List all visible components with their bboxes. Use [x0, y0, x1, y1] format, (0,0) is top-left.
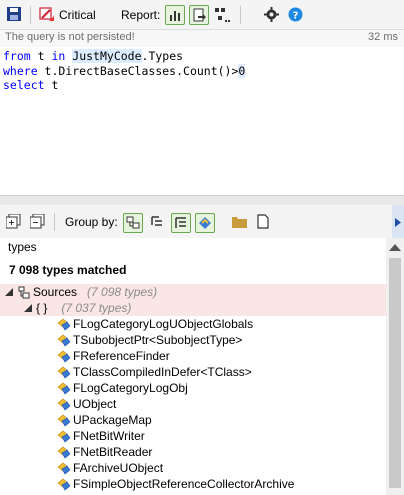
- help-icon[interactable]: ?: [288, 7, 303, 22]
- type-name: FLogCategoryLogUObjectGlobals: [73, 317, 254, 331]
- group-by-namespace-button[interactable]: [123, 213, 143, 233]
- report-chart-button[interactable]: [165, 5, 185, 25]
- query-elapsed-time: 32 ms: [368, 31, 398, 43]
- class-type-icon: [57, 334, 71, 347]
- report-export-icon: [190, 8, 208, 27]
- settings-gear-icon[interactable]: [264, 7, 279, 22]
- critical-rule-icon[interactable]: [39, 7, 55, 22]
- expand-all-icon[interactable]: [6, 214, 21, 229]
- group-by-type-button[interactable]: [195, 213, 215, 233]
- report-export-button[interactable]: [189, 5, 209, 25]
- tree-type-row[interactable]: UObject: [57, 396, 116, 412]
- expand-triangle-icon[interactable]: [24, 301, 32, 315]
- type-name: FNetBitWriter: [73, 429, 145, 443]
- tree-type-row[interactable]: TClassCompiledInDefer<TClass>: [57, 364, 252, 380]
- scroll-up-arrow-icon[interactable]: [389, 244, 401, 251]
- results-search-input[interactable]: types: [4, 238, 388, 256]
- query-status-message: The query is not persisted!: [5, 31, 135, 43]
- code-token: 0: [238, 63, 246, 78]
- tree-type-row[interactable]: FLogCategoryLogObj: [57, 380, 188, 396]
- toolbar-separator: [240, 6, 241, 24]
- type-name: FNetBitReader: [73, 445, 153, 459]
- code-line: from t in JustMyCode.Types: [3, 49, 183, 63]
- code-keyword: where: [3, 63, 38, 78]
- type-name: FArchiveUObject: [73, 461, 164, 475]
- query-editor[interactable]: from t in JustMyCode.Types where t.Direct…: [0, 47, 404, 195]
- type-name: UObject: [73, 397, 117, 411]
- type-group-icon: [196, 217, 214, 235]
- toolbar-overflow-button[interactable]: [392, 205, 404, 238]
- toolbar-separator: [30, 6, 31, 24]
- code-token: t: [30, 49, 52, 63]
- tree-namespace-row[interactable]: { } (7 037 types): [24, 300, 131, 316]
- save-icon[interactable]: [7, 7, 21, 21]
- folder-icon[interactable]: [232, 215, 247, 228]
- code-token: t: [44, 78, 59, 92]
- code-keyword: in: [51, 49, 66, 63]
- type-name: TSubobjectPtr<SubobjectType>: [73, 333, 243, 347]
- code-token: t.DirectBaseClasses.Count()>: [37, 63, 239, 78]
- file-icon[interactable]: [257, 214, 269, 229]
- code-line: where t.DirectBaseClasses.Count()>0: [3, 63, 246, 78]
- tree-root-count: (7 098 types): [87, 285, 158, 299]
- collapse-all-icon[interactable]: [30, 214, 45, 229]
- report-graph-icon[interactable]: [214, 6, 230, 24]
- results-toolbar: Group by:: [0, 205, 404, 238]
- query-status-bar: The query is not persisted! 32 ms: [0, 30, 404, 47]
- type-name: UPackageMap: [73, 413, 152, 427]
- flat-list-icon: [172, 217, 190, 235]
- class-type-icon: [57, 430, 71, 443]
- code-token: .Types: [141, 49, 184, 63]
- tree-type-row[interactable]: FNetBitReader: [57, 444, 152, 460]
- vertical-scrollbar[interactable]: [386, 238, 404, 495]
- results-count: 7 098 types matched: [9, 263, 127, 277]
- type-name: TClassCompiledInDefer<TClass>: [73, 365, 252, 379]
- class-type-icon: [57, 414, 71, 427]
- tree-type-row[interactable]: UPackageMap: [57, 412, 152, 428]
- class-type-icon: [57, 382, 71, 395]
- report-label: Report:: [121, 8, 161, 22]
- code-token: JustMyCode: [72, 49, 142, 63]
- svg-text:?: ?: [293, 11, 299, 22]
- expand-triangle-icon[interactable]: [5, 285, 13, 299]
- class-type-icon: [57, 350, 71, 363]
- type-name: FSimpleObjectReferenceCollectorArchive: [73, 477, 295, 491]
- scrollbar-thumb[interactable]: [389, 258, 401, 488]
- tree-type-row[interactable]: TSubobjectPtr<SubobjectType>: [57, 332, 242, 348]
- code-keyword: from: [3, 49, 31, 63]
- code-line: select t: [3, 78, 58, 92]
- group-by-label: Group by:: [65, 215, 118, 229]
- tree-type-row[interactable]: FLogCategoryLogUObjectGlobals: [57, 316, 253, 332]
- tree-type-row[interactable]: FReferenceFinder: [57, 348, 170, 364]
- class-type-icon: [57, 462, 71, 475]
- flat-list-button[interactable]: [171, 213, 191, 233]
- chevron-right-icon: [395, 217, 401, 230]
- sources-icon: [17, 286, 30, 299]
- report-chart-icon: [166, 11, 184, 27]
- class-type-icon: [57, 398, 71, 411]
- tree-root-row[interactable]: Sources (7 098 types): [5, 284, 157, 300]
- namespace-label: { }: [36, 301, 48, 315]
- class-type-icon: [57, 318, 71, 331]
- namespace-group-icon: [124, 216, 142, 235]
- class-type-icon: [57, 366, 71, 379]
- main-toolbar: Critical Report: ?: [0, 0, 404, 30]
- class-type-icon: [57, 446, 71, 459]
- tree-root-label: Sources: [33, 285, 78, 299]
- hierarchy-group-icon[interactable]: [150, 215, 164, 229]
- tree-type-row[interactable]: FArchiveUObject: [57, 460, 163, 476]
- type-name: FReferenceFinder: [73, 349, 170, 363]
- toolbar-separator: [54, 213, 55, 231]
- tree-type-row[interactable]: FNetBitWriter: [57, 428, 145, 444]
- class-type-icon: [57, 478, 71, 491]
- namespace-count: (7 037 types): [61, 301, 132, 315]
- critical-button[interactable]: Critical: [59, 8, 96, 22]
- code-keyword: select: [3, 78, 45, 92]
- tree-type-row[interactable]: FSimpleObjectReferenceCollectorArchive: [57, 476, 294, 492]
- type-name: FLogCategoryLogObj: [73, 381, 188, 395]
